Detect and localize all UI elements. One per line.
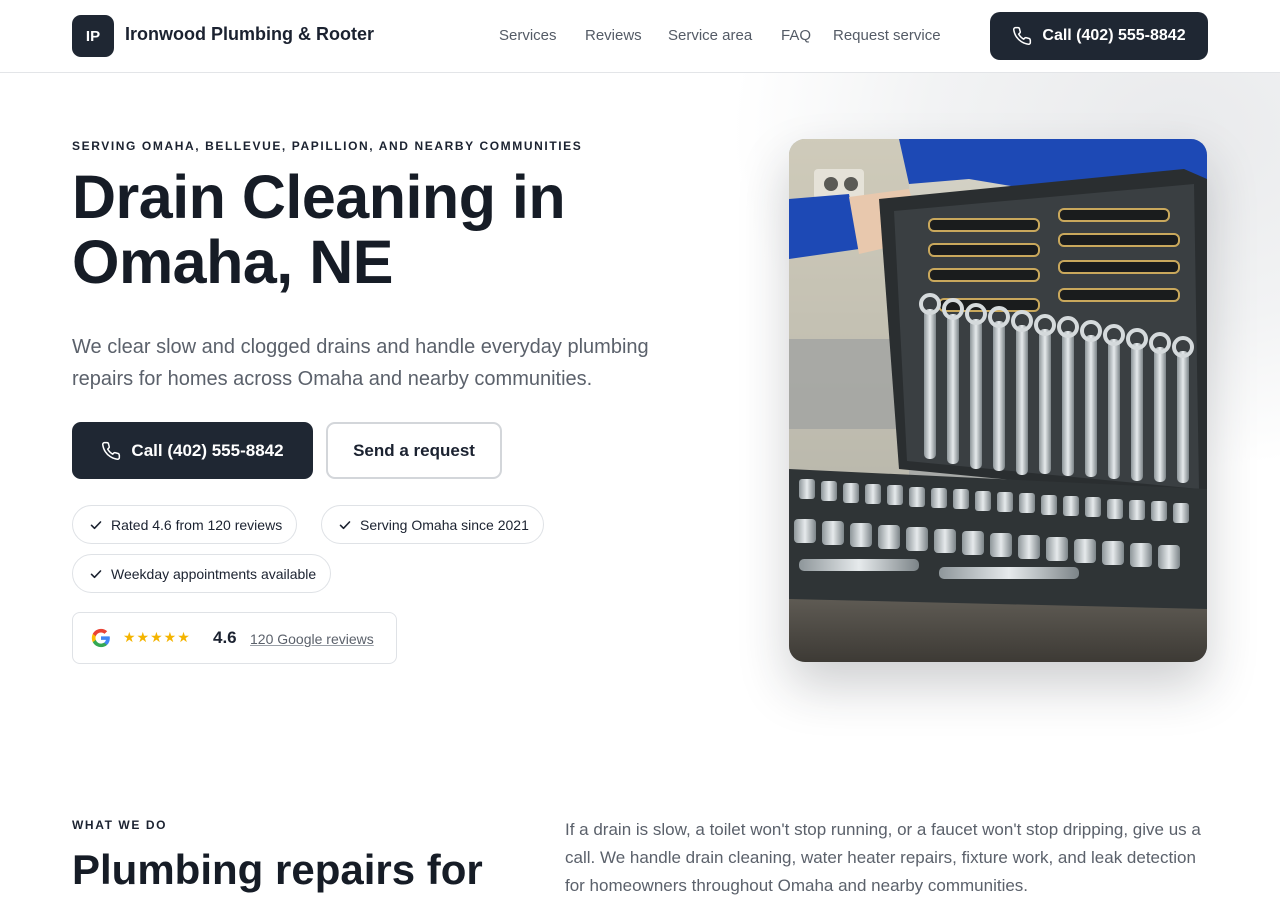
hero-call-button[interactable]: Call (402) 555-8842 [72,422,313,479]
rating-value: 4.6 [213,628,237,647]
section-body: If a drain is slow, a toilet won't stop … [565,820,1201,895]
badge-since: Serving Omaha since 2021 [321,505,544,544]
phone-icon [1012,26,1032,46]
badge-label: Weekday appointments available [111,565,317,582]
hero-description: We clear slow and clogged drains and han… [72,336,649,390]
header-call-label: Call (402) 555-8842 [1042,27,1186,44]
badge-label: Rated 4.6 from 120 reviews [111,516,283,533]
hero-eyebrow: SERVING OMAHA, BELLEVUE, PAPILLION, AND … [72,139,583,153]
nav-link-services[interactable]: Services [499,27,557,44]
nav-link-reviews[interactable]: Reviews [585,27,642,44]
nav-link-faq[interactable]: FAQ [781,27,811,44]
google-rating-card: ★★★★★ 4.6 120 Google reviews [72,612,397,664]
google-reviews-link[interactable]: 120 Google reviews [250,631,374,647]
hero-call-label: Call (402) 555-8842 [131,440,284,460]
check-icon [89,567,103,581]
hero-title: Drain Cleaning in Omaha, NE [72,163,566,296]
badge-label: Serving Omaha since 2021 [360,516,529,533]
section-title: Plumbing repairs for [72,846,483,893]
header-call-button[interactable]: Call (402) 555-8842 [990,12,1208,60]
google-icon [91,628,111,648]
nav-link-service-area[interactable]: Service area [668,27,752,44]
rating-stars: ★★★★★ [123,629,191,645]
send-request-button[interactable]: Send a request [326,422,502,479]
site-header: IP Ironwood Plumbing & Rooter Services R… [0,0,1280,73]
nav-link-request-service[interactable]: Request service [833,27,941,44]
section-eyebrow: WHAT WE DO [72,818,168,832]
badge-weekday: Weekday appointments available [72,554,332,593]
check-icon [338,518,352,532]
hero-image-toolbox [789,139,1207,662]
check-icon [89,518,103,532]
phone-icon [101,441,121,461]
badge-rating: Rated 4.6 from 120 reviews [72,505,298,544]
